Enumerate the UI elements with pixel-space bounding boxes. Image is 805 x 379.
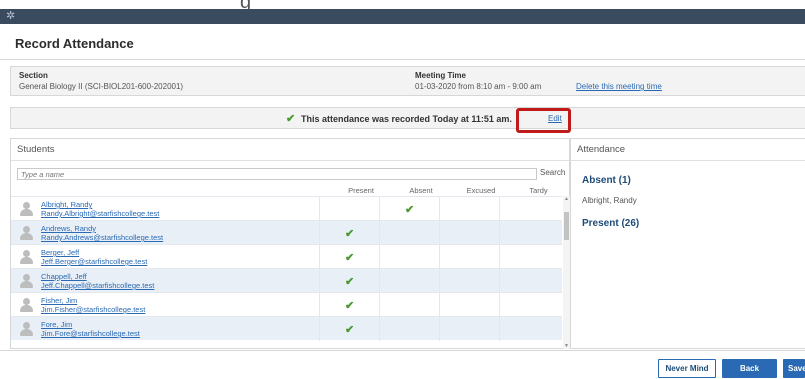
absent-cell[interactable]: ✔ [379,197,439,221]
record-attendance-dialog: Record Attendance Section General Biolog… [0,24,805,379]
absent-cell[interactable] [379,317,439,341]
search-button[interactable]: Search [540,168,565,177]
starfish-logo-icon: ✲ [6,10,16,22]
student-name-link[interactable]: Andrews, Randy [41,224,96,233]
check-icon: ✔ [345,324,355,336]
check-icon: ✔ [345,300,355,312]
student-name-link[interactable]: Fore, Jim [41,320,72,329]
excused-cell[interactable] [439,245,499,269]
avatar-icon [19,202,33,216]
student-name-link[interactable]: Albright, Randy [41,200,92,209]
tardy-cell[interactable] [499,245,562,269]
present-cell[interactable] [319,197,379,221]
cropped-heading-fragment: g [240,0,251,9]
section-label: Section [19,71,48,80]
attendance-summary-panel: Attendance Absent (1) Albright, Randy Pr… [570,138,805,349]
student-row: Andrews, Randy Randy.Andrews@starfishcol… [11,220,562,245]
avatar-icon [19,322,33,336]
scrollbar-thumb[interactable] [564,212,569,240]
student-email-link[interactable]: Randy.Albright@starfishcollege.test [41,209,159,218]
column-header-excused: Excused [466,186,496,195]
student-row: Albright, Randy Randy.Albright@starfishc… [11,196,562,221]
attendance-panel-title: Attendance [577,144,626,155]
student-row: Fore, Jim Jim.Fore@starfishcollege.test … [11,316,562,341]
absent-cell[interactable] [379,245,439,269]
present-cell[interactable]: ✔ [319,269,379,293]
student-list-scrollbar[interactable]: ▲ ▼ [563,196,570,349]
excused-cell[interactable] [439,197,499,221]
student-email-link[interactable]: Jeff.Chappell@starfishcollege.test [41,281,154,290]
avatar-icon [19,298,33,312]
absent-cell[interactable] [379,221,439,245]
student-name-link[interactable]: Fisher, Jim [41,296,77,305]
present-cell[interactable]: ✔ [319,317,379,341]
top-crop-strip: g [0,0,805,9]
tardy-cell[interactable] [499,197,562,221]
tardy-cell[interactable] [499,269,562,293]
students-panel: Students Search Present Absent Excused T… [10,138,570,349]
attendance-status-banner: ✔ This attendance was recorded Today at … [10,107,805,129]
student-email-link[interactable]: Jeff.Berger@starfishcollege.test [41,257,147,266]
student-search-input[interactable] [17,168,537,180]
section-value: General Biology II (SCI-BIOL201-600-2020… [19,82,184,91]
tardy-cell[interactable] [499,317,562,341]
avatar-icon [19,226,33,240]
check-icon: ✔ [286,113,296,125]
student-rows: Albright, Randy Randy.Albright@starfishc… [11,196,562,349]
student-name-link[interactable]: Berger, Jeff [41,248,79,257]
edit-highlight-box [516,108,571,133]
student-email-link[interactable]: Randy.Andrews@starfishcollege.test [41,233,163,242]
meeting-time-label: Meeting Time [415,71,466,80]
absent-cell[interactable] [379,293,439,317]
absent-cell[interactable] [379,269,439,293]
tardy-cell[interactable] [499,293,562,317]
never-mind-button[interactable]: Never Mind [658,359,716,378]
delete-meeting-time-link[interactable]: Delete this meeting time [576,82,662,91]
check-icon: ✔ [345,228,355,240]
excused-cell[interactable] [439,221,499,245]
avatar-icon [19,250,33,264]
dialog-footer: Never Mind Back Save [0,350,805,379]
save-button[interactable]: Save [783,359,805,378]
app-header-bar: ✲ [0,9,805,24]
excused-cell[interactable] [439,269,499,293]
check-icon: ✔ [405,204,415,216]
student-email-link[interactable]: Jim.Fore@starfishcollege.test [41,329,140,338]
tardy-cell[interactable] [499,221,562,245]
absent-student-name: Albright, Randy [582,196,637,205]
absent-group-title: Absent (1) [582,175,631,186]
check-icon: ✔ [345,252,355,264]
column-header-present: Present [348,186,374,195]
students-panel-header: Students [11,139,569,161]
present-group-title: Present (26) [582,218,640,229]
dialog-title: Record Attendance [15,36,134,51]
scroll-up-arrow-icon[interactable]: ▲ [564,196,569,202]
section-info-box: Section General Biology II (SCI-BIOL201-… [10,66,805,96]
meeting-time-value: 01-03-2020 from 8:10 am - 9:00 am [415,82,542,91]
check-icon: ✔ [345,276,355,288]
column-header-absent: Absent [409,186,433,195]
attendance-panel-header: Attendance [571,139,805,161]
student-row: Berger, Jeff Jeff.Berger@starfishcollege… [11,244,562,269]
students-panel-title: Students [17,144,55,155]
avatar-icon [19,274,33,288]
student-email-link[interactable]: Jim.Fisher@starfishcollege.test [41,305,145,314]
student-name-link[interactable]: Chappell, Jeff [41,272,87,281]
back-button[interactable]: Back [722,359,777,378]
student-row: Chappell, Jeff Jeff.Chappell@starfishcol… [11,268,562,293]
excused-cell[interactable] [439,293,499,317]
student-row: Fisher, Jim Jim.Fisher@starfishcollege.t… [11,292,562,317]
present-cell[interactable]: ✔ [319,293,379,317]
attendance-recorded-message: This attendance was recorded Today at 11… [301,114,512,124]
present-cell[interactable]: ✔ [319,221,379,245]
column-header-tardy: Tardy [529,186,548,195]
present-cell[interactable]: ✔ [319,245,379,269]
dialog-header: Record Attendance [0,24,805,60]
scroll-down-arrow-icon[interactable]: ▼ [564,343,569,349]
excused-cell[interactable] [439,317,499,341]
